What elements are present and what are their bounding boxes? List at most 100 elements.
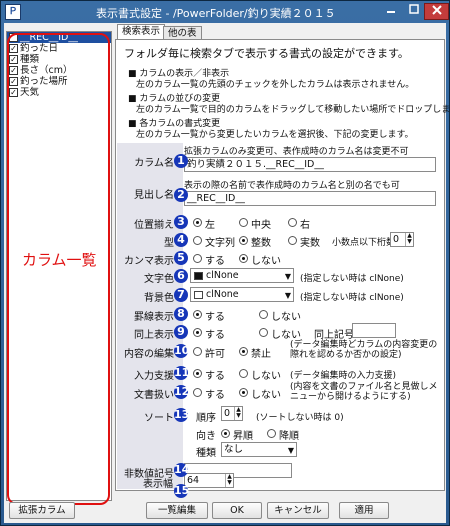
list-edit-button[interactable]: 一覧編集 [146,502,208,519]
column-name-field[interactable]: 釣り実績２０１５.__REC__ID__ [184,157,436,172]
align-left-label: 左 [205,220,215,231]
same-above-on-radio[interactable] [193,328,202,337]
sort-asc-label: 昇順 [233,431,253,442]
marker-5: 5 [174,251,188,265]
marker-13: 13 [174,408,190,422]
apply-button[interactable]: 適用 [339,502,389,519]
same-above-symbol-label: 同上記号 [314,330,354,341]
marker-4: 4 [174,233,188,247]
cancel-button[interactable]: キャンセル [267,502,329,519]
edit-deny-radio[interactable] [239,347,248,356]
input-support-note: (データ編集時の入力支援) [290,371,397,381]
marker-10: 10 [174,344,190,358]
input-support-off-radio[interactable] [239,369,248,378]
comma-on-label: する [205,256,225,267]
app-icon: Ｐ [5,4,21,20]
tab-other-table[interactable]: 他の表 [163,26,202,40]
type-real-radio[interactable] [288,236,297,245]
column-list-item[interactable]: ✓ 長さ（cm） [7,65,111,76]
column-checkbox[interactable]: ✓ [9,55,18,64]
marker-6: 6 [174,269,188,283]
input-support-on-radio[interactable] [193,369,202,378]
marker-2: 2 [174,188,188,202]
same-above-symbol-field[interactable] [352,323,396,338]
column-checkbox[interactable]: ✓ [9,66,18,75]
maximize-button[interactable] [402,3,426,20]
sort-desc-radio[interactable] [267,429,276,438]
type-string-radio[interactable] [193,236,202,245]
decimal-places-stepper[interactable]: 0 ▲ ▼ [390,232,414,247]
sort-label: ソート [144,413,174,424]
ok-button[interactable]: OK [212,502,262,519]
column-list-item[interactable]: ✓ 釣った場所 [7,76,111,87]
close-button[interactable] [424,3,449,20]
minimize-button[interactable] [379,3,403,20]
doc-handling-on-radio[interactable] [193,388,202,397]
align-center-label: 中央 [251,220,271,231]
spin-arrows-icon[interactable]: ▲ ▼ [234,407,242,420]
column-checkbox[interactable]: ✓ [9,88,18,97]
marker-7: 7 [174,288,188,302]
ruled-line-off-radio[interactable] [259,310,268,319]
minimize-icon [387,11,395,13]
align-left-radio[interactable] [193,218,202,227]
column-list-item[interactable]: ✓ 釣った日 [7,43,111,54]
decimal-places-value: 0 [393,234,400,245]
sort-direction-label: 向き [196,431,216,442]
text-color-dropdown[interactable]: clNone ▼ [190,268,294,283]
sort-asc-radio[interactable] [221,429,230,438]
header-name-field[interactable]: __REC__ID__ [184,191,436,206]
marker-12: 12 [174,385,190,399]
desc-text: 左のカラム一覧から変更したいカラムを選択後、下記の変更します。 [136,130,414,140]
spin-arrows-icon[interactable]: ▲ ▼ [225,474,233,487]
desc-text: 左のカラム一覧の先頭のチェックを外したカラムは表示されません。 [136,80,415,90]
display-width-stepper[interactable]: 64 ▲ ▼ [184,473,234,488]
sort-order-stepper[interactable]: 0 ▲ ▼ [221,406,243,421]
ext-column-button[interactable]: 拡張カラム [9,502,75,519]
settings-panel: フォルダ毎に検索タブで表示する書式の設定ができます。 ■ カラムの表示／非表示 … [115,39,450,491]
tab-search-display[interactable]: 検索表示 [117,24,166,40]
marker-14: 14 [174,463,190,477]
doc-handling-off-radio[interactable] [239,388,248,397]
column-label: 釣った日 [20,43,59,54]
chevron-down-icon: ▼ [287,446,294,455]
spin-arrows-icon[interactable]: ▲ ▼ [405,233,413,246]
same-above-off-radio[interactable] [259,328,268,337]
dialog-client: ✓ __REC__ID__ ✓ 釣った日 ✓ 種類 ✓ 長さ（cm） ✓ 釣った… [4,23,450,523]
column-list-item[interactable]: ✓ 種類 [7,54,111,65]
column-label: 天気 [20,87,40,98]
text-color-swatch [194,272,203,280]
column-name-note: 拡張カラムのみ変更可、表作成時のカラム名は変更不可 [184,147,409,157]
column-checkbox[interactable]: ✓ [9,33,18,42]
title-bar: Ｐ 表示書式設定 - /PowerFolder/釣り実績２０１５ [1,1,449,23]
column-list-item[interactable]: ✓ __REC__ID__ [7,32,111,43]
align-center-radio[interactable] [239,218,248,227]
edit-content-note: (データ編集時どカラムの内容変更の際れを認めるか否かの設定) [290,340,438,360]
comma-on-radio[interactable] [193,254,202,263]
doc-handling-on-label: する [205,390,225,401]
comma-off-label: しない [251,256,281,267]
column-label: 種類 [20,54,40,65]
input-support-off-label: しない [251,371,281,382]
ruled-line-on-radio[interactable] [193,310,202,319]
text-color-note: (指定しない時は clNone) [300,274,404,284]
marker-9: 9 [174,325,188,339]
column-checkbox[interactable]: ✓ [9,77,18,86]
sort-kind-dropdown[interactable]: なし ▼ [221,442,297,457]
desc-text: 左のカラム一覧で目的のカラムをドラッグして移動したい場所でドロップします。 [136,105,450,115]
back-color-note: (指定しない時は clNone) [300,293,404,303]
sort-order-value: 0 [224,408,231,419]
display-width-label: 表示幅 [143,479,173,490]
comma-off-radio[interactable] [239,254,248,263]
type-integer-radio[interactable] [239,236,248,245]
input-support-on-label: する [205,371,225,382]
edit-allow-radio[interactable] [193,347,202,356]
sort-desc-label: 降順 [279,431,299,442]
chevron-down-icon: ▼ [284,272,291,281]
column-list-item[interactable]: ✓ 天気 [7,87,111,98]
align-right-radio[interactable] [288,218,297,227]
column-label: 釣った場所 [20,76,68,87]
column-checkbox[interactable]: ✓ [9,44,18,53]
column-label: __REC__ID__ [20,32,78,43]
back-color-dropdown[interactable]: clNone ▼ [190,287,294,302]
